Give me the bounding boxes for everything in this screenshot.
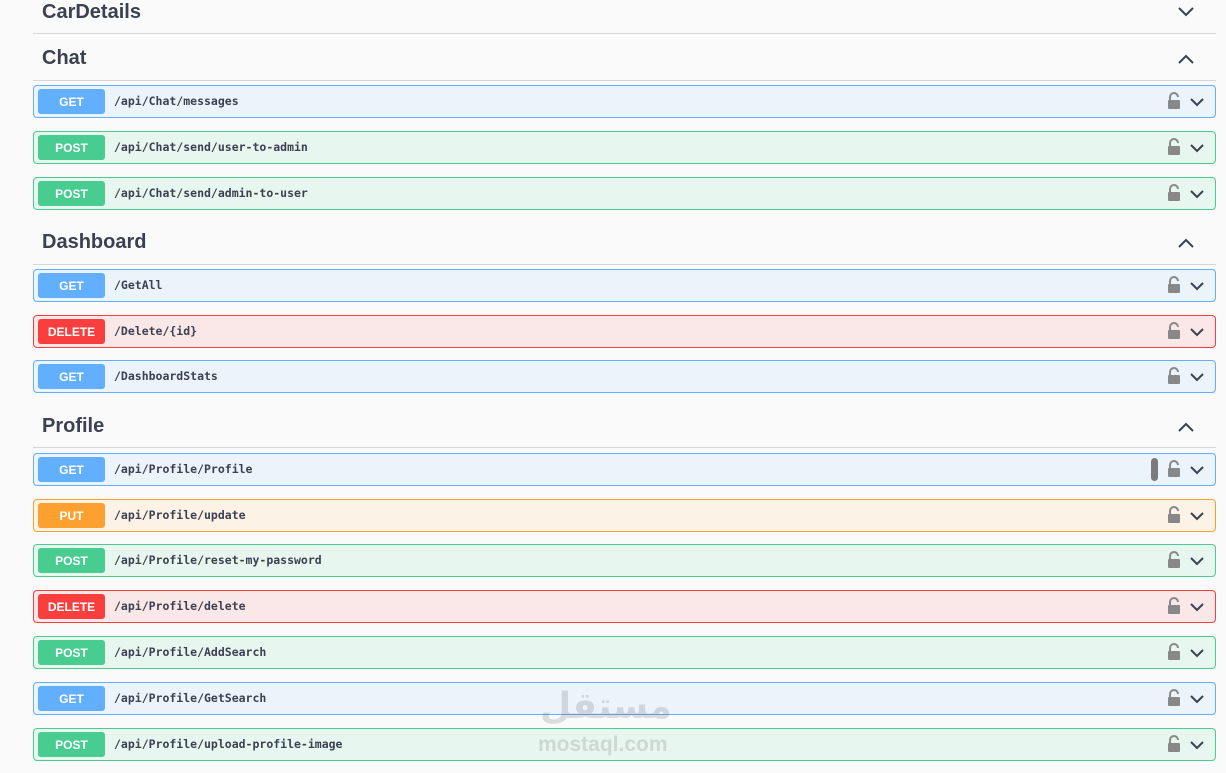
section-header-cardetails[interactable]: CarDetails: [33, 0, 1216, 34]
operation-row[interactable]: POST /api/Profile/AddSearch: [33, 636, 1216, 669]
operation-path: /api/Chat/send/admin-to-user: [114, 186, 308, 200]
method-badge: POST: [38, 548, 105, 573]
chevron-down-icon[interactable]: [1189, 140, 1205, 156]
operation-row[interactable]: GET /DashboardStats: [33, 360, 1216, 393]
method-badge: POST: [38, 640, 105, 665]
section-header-chat[interactable]: Chat: [33, 34, 1216, 81]
lock-icon[interactable]: [1167, 367, 1181, 385]
chevron-down-icon[interactable]: [1189, 462, 1205, 478]
method-badge: GET: [38, 89, 105, 114]
operation-row[interactable]: DELETE /Delete/{id}: [33, 315, 1216, 348]
lock-icon[interactable]: [1167, 138, 1181, 156]
operation-row[interactable]: GET /api/Chat/messages: [33, 85, 1216, 118]
copy-handle[interactable]: [1151, 458, 1158, 481]
method-badge: GET: [38, 457, 105, 482]
chevron-down-icon[interactable]: [1189, 599, 1205, 615]
operation-row[interactable]: GET /GetAll: [33, 269, 1216, 302]
section-header-profile[interactable]: Profile: [33, 402, 1216, 448]
chevron-down-icon[interactable]: [1189, 94, 1205, 110]
chevron-up-icon[interactable]: [1176, 49, 1196, 69]
section-title: Dashboard: [42, 231, 147, 253]
operation-row[interactable]: GET /api/Profile/Profile: [33, 453, 1216, 486]
lock-icon[interactable]: [1167, 322, 1181, 340]
method-badge: POST: [38, 181, 105, 206]
operation-row[interactable]: DELETE /api/Profile/delete: [33, 590, 1216, 623]
api-docs-page: CarDetails Chat GET /api/Chat/messages P…: [0, 0, 1226, 773]
operation-row[interactable]: POST /api/Chat/send/user-to-admin: [33, 131, 1216, 164]
operation-path: /Delete/{id}: [114, 324, 198, 338]
chevron-down-icon[interactable]: [1189, 186, 1205, 202]
operation-path: /api/Profile/reset-my-password: [114, 553, 322, 567]
operation-path: /api/Profile/upload-profile-image: [114, 737, 343, 751]
operation-path: /api/Profile/GetSearch: [114, 691, 267, 705]
lock-icon[interactable]: [1167, 551, 1181, 569]
method-badge: PUT: [38, 503, 105, 528]
method-badge: POST: [38, 135, 105, 160]
operation-path: /DashboardStats: [114, 369, 218, 383]
method-badge: GET: [38, 686, 105, 711]
chevron-down-icon[interactable]: [1189, 324, 1205, 340]
operation-path: /api/Profile/Profile: [114, 462, 253, 476]
method-badge: DELETE: [38, 594, 105, 619]
method-badge: DELETE: [38, 319, 105, 344]
lock-icon[interactable]: [1167, 276, 1181, 294]
method-badge: GET: [38, 273, 105, 298]
lock-icon[interactable]: [1167, 689, 1181, 707]
section-title: CarDetails: [42, 1, 141, 23]
chevron-up-icon[interactable]: [1176, 417, 1196, 437]
operation-path: /api/Chat/send/user-to-admin: [114, 140, 308, 154]
operation-row[interactable]: GET /api/Profile/GetSearch: [33, 682, 1216, 715]
operation-path: /api/Profile/AddSearch: [114, 645, 267, 659]
operation-row[interactable]: POST /api/Profile/upload-profile-image: [33, 728, 1216, 761]
operation-path: /api/Profile/delete: [114, 599, 246, 613]
lock-icon[interactable]: [1167, 597, 1181, 615]
operation-row[interactable]: PUT /api/Profile/update: [33, 499, 1216, 532]
section-title: Profile: [42, 415, 105, 437]
chevron-down-icon[interactable]: [1189, 645, 1205, 661]
chevron-up-icon[interactable]: [1176, 233, 1196, 253]
chevron-down-icon[interactable]: [1176, 2, 1196, 22]
lock-icon[interactable]: [1167, 643, 1181, 661]
chevron-down-icon[interactable]: [1189, 508, 1205, 524]
method-badge: POST: [38, 732, 105, 757]
method-badge: GET: [38, 364, 105, 389]
chevron-down-icon[interactable]: [1189, 691, 1205, 707]
lock-icon[interactable]: [1167, 735, 1181, 753]
operation-path: /GetAll: [114, 278, 163, 292]
section-header-dashboard[interactable]: Dashboard: [33, 218, 1216, 265]
lock-icon[interactable]: [1167, 92, 1181, 110]
operation-row[interactable]: POST /api/Chat/send/admin-to-user: [33, 177, 1216, 210]
lock-icon[interactable]: [1167, 184, 1181, 202]
chevron-down-icon[interactable]: [1189, 369, 1205, 385]
section-title: Chat: [42, 47, 87, 69]
operation-path: /api/Chat/messages: [114, 94, 239, 108]
chevron-down-icon[interactable]: [1189, 737, 1205, 753]
lock-icon[interactable]: [1167, 506, 1181, 524]
operation-row[interactable]: POST /api/Profile/reset-my-password: [33, 544, 1216, 577]
lock-icon[interactable]: [1167, 460, 1181, 478]
chevron-down-icon[interactable]: [1189, 553, 1205, 569]
operation-path: /api/Profile/update: [114, 508, 246, 522]
chevron-down-icon[interactable]: [1189, 278, 1205, 294]
